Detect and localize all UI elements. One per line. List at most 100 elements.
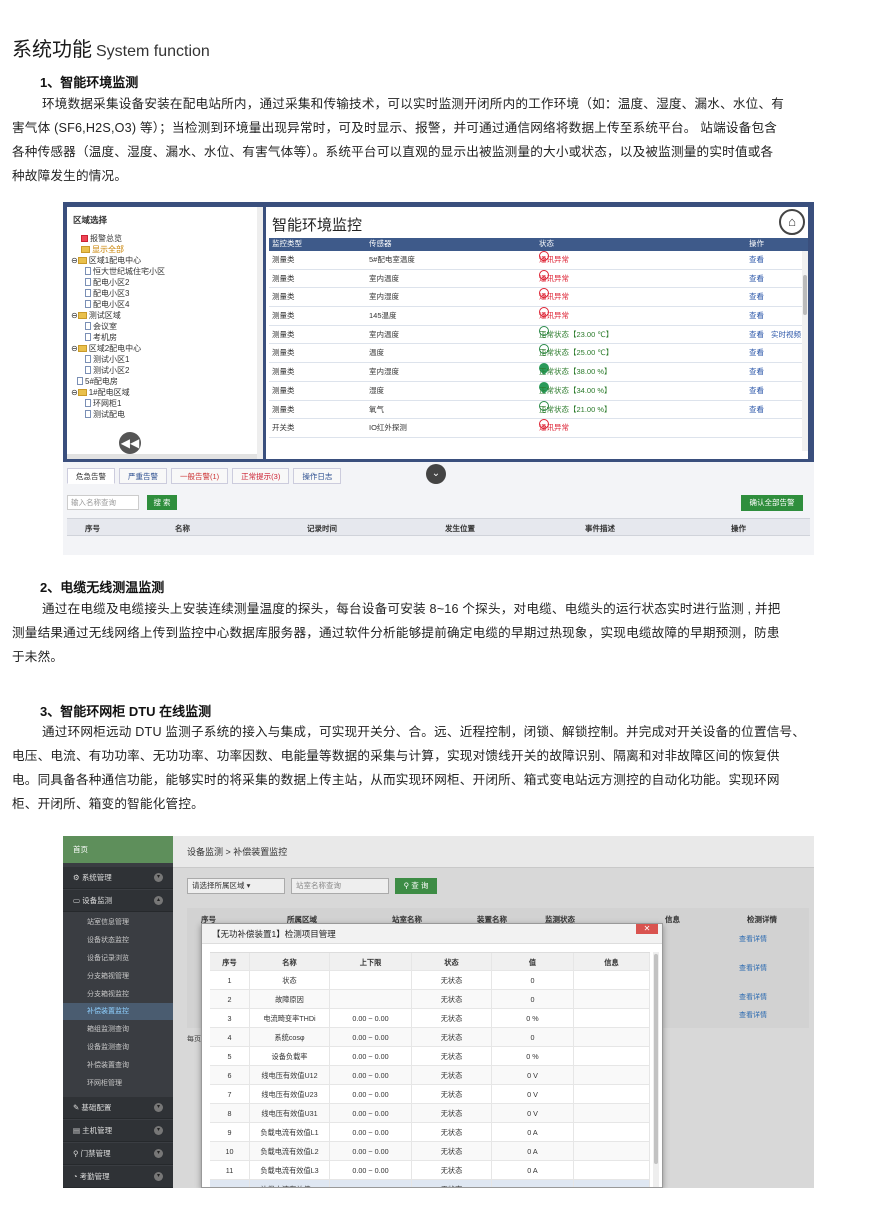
tree-item[interactable]: ⊖ 测试区域	[71, 311, 121, 321]
doc-icon	[85, 278, 91, 286]
doc-icon	[85, 322, 91, 330]
tree-item[interactable]: 配电小区3	[85, 289, 129, 299]
tab-normal[interactable]: 正常提示(3)	[232, 468, 290, 484]
search-button[interactable]: 搜 索	[147, 495, 177, 510]
table-cell: 4	[210, 1028, 250, 1047]
tree-title: 区域选择	[73, 215, 108, 225]
menu-sub-item-active[interactable]: 补偿装置监控	[87, 1003, 129, 1020]
tree-item[interactable]: 测试小区1	[85, 355, 129, 365]
table-cell: 0.00 ~ 0.00	[330, 1009, 412, 1028]
tree-scrollbar[interactable]	[257, 207, 263, 459]
para-line: 于未然。	[12, 650, 64, 664]
detail-link[interactable]: 查看详情	[739, 1010, 767, 1020]
collapse-icon[interactable]: ⌄	[426, 464, 446, 484]
detection-table: 序号 名称 上下限 状态 值 信息 1 状态 无状态 0 2 故障原因 无状态 0 3 电流畸变率…	[210, 952, 650, 1187]
tree-item[interactable]: 测试配电	[85, 410, 125, 420]
view-link[interactable]: 查看	[749, 251, 764, 269]
para-line: 柜、开闭所、箱变的智能化管控。	[12, 797, 204, 811]
menu-group[interactable]: ⚙ 系统管理 ▾	[63, 867, 173, 889]
section-1-title: 1、智能环境监测	[40, 75, 139, 90]
view-link[interactable]: 查看	[749, 270, 764, 288]
home-icon[interactable]: ⌂	[779, 209, 805, 235]
table-cell: 无状态	[412, 1047, 492, 1066]
table-cell: 0 A	[492, 1142, 574, 1161]
view-link[interactable]: 查看	[749, 401, 764, 419]
tree-item[interactable]: 显示全部	[81, 245, 124, 255]
table-cell: 无状态	[412, 1104, 492, 1123]
view-link[interactable]: 查看	[749, 307, 764, 325]
view-link[interactable]: 查看	[749, 363, 764, 381]
tree-item[interactable]: 报警总览	[81, 234, 122, 244]
alarm-search-input[interactable]: 输入名称查询	[67, 495, 139, 510]
table-row: 测量类 氧气 ▯ 正常状态【21.00 %】 查看	[269, 400, 808, 420]
view-link[interactable]: 查看	[749, 382, 764, 400]
menu-group[interactable]: ✎ 基础配置 ▾	[63, 1097, 173, 1119]
table-cell: 2	[210, 990, 250, 1009]
tree-item[interactable]: ⊖ 区域1配电中心	[71, 256, 141, 266]
tree-item[interactable]: 5#配电房	[77, 377, 118, 387]
detail-link[interactable]: 查看详情	[739, 992, 767, 1002]
video-link[interactable]: 实时视频	[771, 326, 801, 344]
table-cell: 电流畸变率THDi	[250, 1009, 330, 1028]
view-link[interactable]: 查看	[749, 326, 764, 344]
folder-icon	[77, 312, 87, 319]
table-row: 8 线电压有效值U31 0.00 ~ 0.00 无状态 0 V	[210, 1104, 650, 1123]
row-type: 测量类	[272, 329, 295, 339]
menu-group[interactable]: ◔ 考勤管理 ▾	[63, 1166, 173, 1188]
view-link[interactable]: 查看	[749, 288, 764, 306]
menu-sub-item[interactable]: 环网柜管理	[87, 1075, 122, 1092]
station-search-input[interactable]: 站室名称查询	[291, 878, 389, 894]
tree-item[interactable]: 环网柜1	[85, 399, 121, 409]
tab-log[interactable]: 操作日志	[293, 468, 342, 484]
tree-item[interactable]: 测试小区2	[85, 366, 129, 376]
menu-group[interactable]: ⚲ 门禁管理 ▾	[63, 1143, 173, 1165]
menu-sub-item[interactable]: 补偿装置查询	[87, 1057, 129, 1074]
tree-item[interactable]: 恒大世纪城住宅小区	[85, 267, 165, 277]
row-type: 测量类	[272, 348, 295, 358]
alarm-tabs: 危急告警 严重告警 一般告警(1) 正常提示(3) 操作日志	[67, 468, 345, 484]
view-link[interactable]: 查看	[749, 344, 764, 362]
region-select[interactable]: 请选择所属区域 ▾	[187, 878, 285, 894]
table-header: 监控类型 传感器 状态 操作	[269, 238, 808, 251]
table-cell	[574, 1066, 650, 1085]
tree-item[interactable]: 会议室	[85, 322, 117, 332]
tree-item[interactable]: 考机房	[85, 333, 117, 343]
rewind-icon[interactable]: ◀◀	[119, 432, 141, 454]
close-icon[interactable]: ✕	[636, 924, 658, 934]
detail-link[interactable]: 查看详情	[739, 963, 767, 973]
tree-hscrollbar[interactable]	[67, 454, 257, 459]
menu-home[interactable]: 首页	[63, 836, 173, 863]
tree-item[interactable]: ⊖ 1#配电区域	[71, 388, 130, 398]
menu-sub-item[interactable]: 箱组监测查询	[87, 1021, 129, 1038]
tree-item[interactable]: ⊖ 区域2配电中心	[71, 344, 141, 354]
table-cell	[574, 1009, 650, 1028]
tree-item[interactable]: 配电小区2	[85, 278, 129, 288]
menu-sub-item[interactable]: 设备记录浏览	[87, 950, 129, 967]
menu-sub-item[interactable]: 分支箱视管理	[87, 968, 129, 985]
confirm-all-button[interactable]: 确认全部告警	[741, 495, 803, 511]
table-cell: 0.00 ~ 0.00	[330, 1085, 412, 1104]
query-button[interactable]: ⚲ 查 询	[395, 878, 437, 894]
menu-group[interactable]: ▤ 主机管理 ▾	[63, 1120, 173, 1142]
menu-sub-item[interactable]: 分支箱视监控	[87, 986, 129, 1003]
row-sensor: 室内温度	[369, 273, 399, 283]
doc-icon	[85, 410, 91, 418]
menu-group[interactable]: ▭ 设备监测 ▴	[63, 890, 173, 912]
menu-sub-item[interactable]: 站室信息管理	[87, 914, 129, 931]
tab-critical[interactable]: 危急告警	[67, 468, 115, 484]
tree-item[interactable]: 配电小区4	[85, 300, 129, 310]
table-row: 测量类 湿度 正常状态【34.00 %】 查看	[269, 379, 808, 401]
menu-sub-item[interactable]: 设备状态监控	[87, 932, 129, 949]
table-cell: 无状态	[412, 971, 492, 990]
table-scrollbar[interactable]	[802, 251, 808, 451]
modal-scrollbar[interactable]	[653, 952, 659, 1187]
table-cell: 无状态	[412, 1142, 492, 1161]
tab-serious[interactable]: 严重告警	[119, 468, 167, 484]
detail-link[interactable]: 查看详情	[739, 934, 767, 944]
tab-general[interactable]: 一般告警(1)	[171, 468, 229, 484]
table-row: 7 线电压有效值U23 0.00 ~ 0.00 无状态 0 V	[210, 1085, 650, 1104]
monitor-panel: 智能环境监控 ⌂ 监控类型 传感器 状态 操作 测量类 5#配电室温度 ⊘ 通讯异常查…	[266, 207, 808, 459]
table-cell: 0 %	[492, 1009, 574, 1028]
menu-sub-item[interactable]: 设备监测查询	[87, 1039, 129, 1056]
doc-icon	[85, 355, 91, 363]
